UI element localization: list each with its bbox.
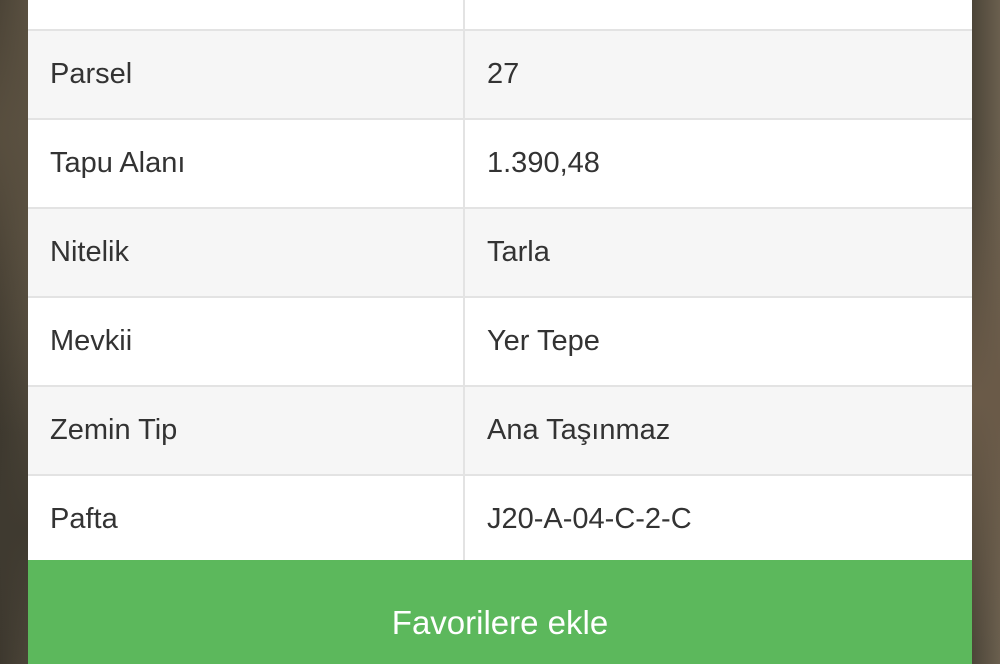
table-row: Pafta J20-A-04-C-2-C [28, 474, 972, 563]
add-to-favorites-button[interactable]: Favorilere ekle [28, 560, 972, 664]
add-to-favorites-label: Favorilere ekle [391, 604, 609, 641]
row-value: Ana Taşınmaz [463, 385, 972, 475]
row-label: Zemin Tip [28, 385, 464, 475]
row-label: Pafta [28, 474, 464, 563]
row-value: 27 [463, 29, 972, 119]
row-value: Yer Tepe [463, 296, 972, 386]
table-row: Zemin Tip Ana Taşınmaz [28, 385, 972, 475]
row-label: Nitelik [28, 207, 464, 297]
table-row: Tapu Alanı 1.390,48 [28, 118, 972, 208]
table-row: Nitelik Tarla [28, 207, 972, 297]
parcel-details-table: Parsel 27 Tapu Alanı 1.390,48 Nitelik Ta… [28, 0, 972, 563]
row-label [28, 0, 464, 30]
row-label: Parsel [28, 29, 464, 119]
row-value: Tarla [463, 207, 972, 297]
row-value: J20-A-04-C-2-C [463, 474, 972, 563]
table-row: Mevkii Yer Tepe [28, 296, 972, 386]
row-label: Tapu Alanı [28, 118, 464, 208]
row-label: Mevkii [28, 296, 464, 386]
row-value [463, 0, 972, 30]
table-row [28, 0, 972, 30]
row-value: 1.390,48 [463, 118, 972, 208]
table-row: Parsel 27 [28, 29, 972, 119]
parcel-info-panel: Parsel 27 Tapu Alanı 1.390,48 Nitelik Ta… [28, 0, 972, 664]
